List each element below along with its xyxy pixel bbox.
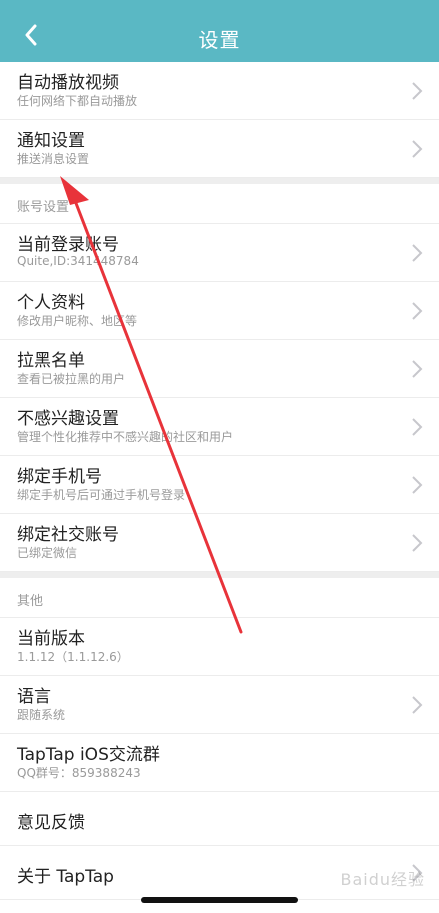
- row-title: 当前登录账号: [17, 235, 119, 255]
- setting-blocklist[interactable]: 拉黑名单 查看已被拉黑的用户: [0, 340, 439, 398]
- page-title: 设置: [198, 28, 241, 52]
- row-title: 语言: [17, 687, 51, 707]
- row-title: 拉黑名单: [17, 351, 85, 371]
- chevron-right-icon: [412, 476, 423, 494]
- row-subtitle: Quite,ID:341448784: [17, 254, 139, 268]
- row-title: 绑定手机号: [17, 467, 102, 487]
- watermark-logo: Baidu经验: [340, 870, 425, 889]
- row-subtitle: 查看已被拉黑的用户: [17, 372, 126, 386]
- setting-bind-phone[interactable]: 绑定手机号 绑定手机号后可通过手机号登录: [0, 456, 439, 514]
- setting-current-account[interactable]: 当前登录账号 Quite,ID:341448784: [0, 224, 439, 282]
- chevron-right-icon: [412, 82, 423, 100]
- row-subtitle: 修改用户昵称、地区等: [17, 314, 138, 328]
- row-subtitle: 跟随系统: [17, 708, 66, 722]
- row-subtitle: 绑定手机号后可通过手机号登录: [17, 488, 186, 502]
- row-title: 不感兴趣设置: [17, 409, 119, 429]
- row-subtitle: 推送消息设置: [17, 152, 90, 166]
- chevron-right-icon: [412, 140, 423, 158]
- row-title: 自动播放视频: [17, 73, 119, 93]
- settings-list: 自动播放视频 任何网络下都自动播放 通知设置 推送消息设置 账号设置 当前登录账…: [0, 62, 439, 900]
- setting-notifications[interactable]: 通知设置 推送消息设置: [0, 120, 439, 178]
- row-title: 个人资料: [17, 293, 85, 313]
- row-title: 绑定社交账号: [17, 525, 119, 545]
- row-title: 意见反馈: [17, 813, 85, 833]
- setting-feedback[interactable]: 意见反馈: [0, 792, 439, 846]
- setting-qq-group[interactable]: TapTap iOS交流群 QQ群号：859388243: [0, 734, 439, 792]
- chevron-right-icon: [412, 302, 423, 320]
- section-label: 其他: [17, 594, 44, 609]
- nav-bar: 设置: [0, 0, 439, 62]
- row-title: 当前版本: [17, 629, 85, 649]
- section-header-account: 账号设置: [0, 184, 439, 224]
- row-subtitle: 1.1.12（1.1.12.6）: [17, 650, 129, 664]
- setting-bind-social[interactable]: 绑定社交账号 已绑定微信: [0, 514, 439, 572]
- row-title: 通知设置: [17, 131, 85, 151]
- setting-not-interested[interactable]: 不感兴趣设置 管理个性化推荐中不感兴趣的社区和用户: [0, 398, 439, 456]
- row-subtitle: QQ群号：859388243: [17, 766, 141, 780]
- section-label: 账号设置: [17, 200, 70, 215]
- home-indicator[interactable]: [141, 897, 298, 903]
- row-title: 关于 TapTap: [17, 867, 114, 887]
- row-title: TapTap iOS交流群: [17, 745, 160, 765]
- chevron-right-icon: [412, 244, 423, 262]
- section-header-other: 其他: [0, 578, 439, 618]
- chevron-right-icon: [412, 360, 423, 378]
- chevron-right-icon: [412, 534, 423, 552]
- setting-profile[interactable]: 个人资料 修改用户昵称、地区等: [0, 282, 439, 340]
- setting-language[interactable]: 语言 跟随系统: [0, 676, 439, 734]
- chevron-right-icon: [412, 418, 423, 436]
- row-subtitle: 管理个性化推荐中不感兴趣的社区和用户: [17, 430, 234, 444]
- chevron-right-icon: [412, 696, 423, 714]
- setting-current-version: 当前版本 1.1.12（1.1.12.6）: [0, 618, 439, 676]
- setting-autoplay-video[interactable]: 自动播放视频 任何网络下都自动播放: [0, 62, 439, 120]
- row-subtitle: 已绑定微信: [17, 546, 78, 560]
- row-subtitle: 任何网络下都自动播放: [17, 94, 138, 108]
